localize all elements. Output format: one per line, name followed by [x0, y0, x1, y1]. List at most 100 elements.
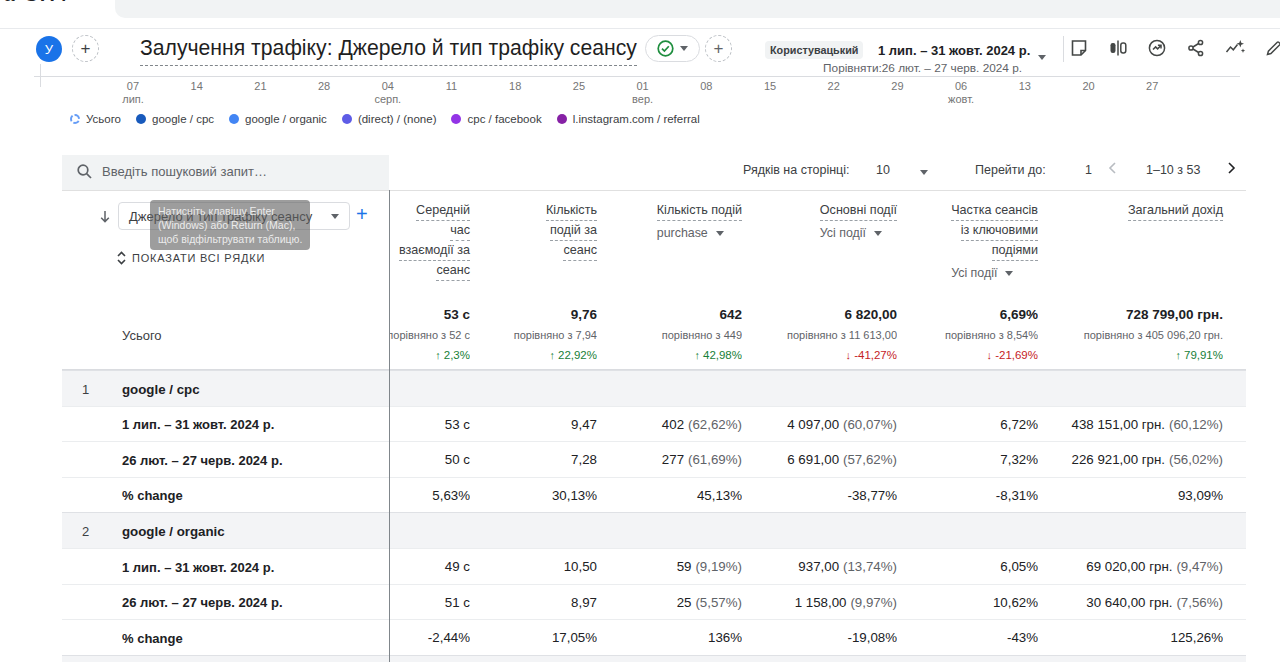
goto-value[interactable]: 1 — [1085, 163, 1092, 177]
table-row-period[interactable]: 1 лип. – 31 жовт. 2024 р. 53 с 9,47 402(… — [62, 406, 1246, 441]
column-header-event-count[interactable]: Кількість подій purchase — [657, 201, 742, 243]
browser-search-bar[interactable] — [115, 0, 1280, 18]
legend-dot — [342, 114, 352, 124]
ab-compare-icon[interactable] — [1107, 37, 1129, 59]
period-label: 26 лют. – 27 черв. 2024 р. — [122, 452, 283, 467]
totals-cell: 642 порівняно з 449 42,98% — [597, 300, 742, 369]
show-all-rows-button[interactable]: ПОКАЗАТИ ВСІ РЯДКИ — [116, 251, 265, 265]
table-row-period[interactable]: 26 лют. – 27 черв. 2024 р. 50 с 7,28 277… — [62, 441, 1246, 477]
row-dimension-value: google / cpc — [122, 381, 200, 396]
x-axis-line — [34, 76, 1240, 77]
legend-dot — [70, 114, 80, 124]
column-header-key-events[interactable]: Основні події Усі події — [820, 201, 897, 243]
legend-dot — [451, 114, 461, 124]
add-comparison-button[interactable]: + — [72, 35, 99, 62]
report-validity-pill[interactable] — [645, 35, 700, 62]
clipped-window-text: а GA4 — [4, 0, 69, 6]
x-axis-label: 15 — [764, 80, 776, 93]
rows-per-page-value[interactable]: 10 — [876, 163, 890, 177]
totals-cell: 53 с порівняно з 52 с 2,3% — [390, 300, 470, 369]
x-axis-label: 28 — [318, 80, 330, 93]
prev-page-icon[interactable] — [1106, 161, 1120, 175]
totals-row: Усього 53 с порівняно з 52 с 2,3% 9,76 п… — [62, 300, 1246, 370]
page-title: Залучення трафіку: Джерело й тип трафіку… — [140, 36, 637, 66]
table-row-change[interactable]: % change 5,63% 30,13% 45,13% -38,77% -8,… — [62, 477, 1246, 512]
x-axis-label: 22 — [828, 80, 840, 93]
period-label: 1 лип. – 31 жовт. 2024 р. — [122, 559, 274, 574]
chevron-down-icon — [680, 46, 688, 51]
table-row-period[interactable]: 1 лип. – 31 жовт. 2024 р. 49 с 10,50 59(… — [62, 548, 1246, 584]
edit-icon[interactable] — [1263, 37, 1280, 59]
share-icon[interactable] — [1185, 37, 1207, 59]
table-row-group-header[interactable]: 1 google / cpc — [62, 370, 1246, 406]
divider — [62, 190, 1246, 191]
period-label: 26 лют. – 27 черв. 2024 р. — [122, 595, 283, 610]
add-dimension-button[interactable]: + — [356, 203, 368, 226]
column-header-total-revenue[interactable]: Загальний дохід — [1128, 201, 1223, 221]
legend-dot — [229, 114, 239, 124]
legend-item[interactable]: l.instagram.com / referral — [557, 113, 700, 125]
x-axis-label: 25 — [573, 80, 585, 93]
change-label: % change — [122, 630, 183, 645]
column-header-events-per-session[interactable]: Кількість подій за сеанс — [546, 201, 597, 261]
column-header-session-key-event-rate[interactable]: Частка сеансів із ключовими подіями Усі … — [951, 201, 1038, 283]
legend-item[interactable]: google / cpc — [136, 113, 214, 125]
date-compare-range: Порівняти:26 лют. – 27 черв. 2024 р. — [823, 61, 1022, 75]
period-label: 1 лип. – 31 жовт. 2024 р. — [122, 417, 274, 432]
search-placeholder: Введіть пошуковий запит… — [102, 164, 267, 179]
rows-per-page-caret-icon[interactable] — [920, 170, 928, 175]
rows-per-page-label: Рядків на сторінці: — [743, 163, 850, 177]
event-select[interactable]: purchase — [657, 224, 742, 243]
insights-circle-icon[interactable] — [1146, 37, 1168, 59]
x-axis-label: 13 — [1019, 80, 1031, 93]
report-toolbar — [1068, 37, 1280, 59]
header-divider — [1063, 36, 1064, 62]
legend-item[interactable]: (direct) / (none) — [342, 113, 437, 125]
x-axis-label: 06жовт. — [948, 80, 974, 106]
table-row-period[interactable]: 26 лют. – 27 черв. 2024 р. 51 с 8,97 25(… — [62, 584, 1246, 619]
x-axis-label: 18 — [509, 80, 521, 93]
legend-item[interactable]: cpc / facebook — [451, 113, 541, 125]
chevron-down-icon — [331, 214, 339, 219]
totals-cell: 9,76 порівняно з 7,94 22,92% — [470, 300, 597, 369]
x-axis-label: 21 — [254, 80, 266, 93]
sparkline-insights-icon[interactable] — [1224, 37, 1246, 59]
pinned-column-divider — [389, 190, 390, 662]
row-number: 2 — [82, 523, 89, 538]
table-row-group-header[interactable]: 2 google / organic — [62, 512, 1246, 548]
chart-legend: Усього google / cpc google / organic (direc… — [70, 113, 700, 125]
x-axis-label: 07лип. — [122, 80, 144, 106]
avatar[interactable]: У — [36, 36, 62, 62]
x-axis-label: 27 — [1146, 80, 1158, 93]
y-axis-line — [40, 64, 41, 87]
sort-descending-icon[interactable] — [98, 209, 112, 224]
key-event-select[interactable]: Усі події — [951, 264, 1038, 283]
totals-cell: 6 820,00 порівняно з 11 613,00 -41,27% — [742, 300, 897, 369]
page-range-label: 1–10 з 53 — [1146, 163, 1200, 177]
totals-cell: 728 799,00 грн. порівняно з 405 096,20 г… — [1038, 300, 1223, 369]
legend-item[interactable]: Усього — [70, 113, 121, 125]
ga4-report-page: а GA4 У + Залучення трафіку: Джерело й т… — [0, 0, 1280, 662]
search-icon — [76, 163, 93, 180]
goto-label: Перейти до: — [975, 163, 1046, 177]
key-event-select[interactable]: Усі події — [820, 224, 897, 243]
unfold-more-icon — [116, 251, 127, 265]
legend-item[interactable]: google / organic — [229, 113, 327, 125]
column-header-avg-engagement-time[interactable]: Середній час взаємодії за сеанс — [399, 201, 470, 281]
table-row-group-header-partial — [62, 655, 1246, 662]
date-range-caret-icon[interactable] — [1038, 55, 1046, 60]
x-axis-label: 29 — [891, 80, 903, 93]
add-report-tab-button[interactable]: + — [705, 35, 732, 62]
note-icon[interactable] — [1068, 37, 1090, 59]
change-label: % change — [122, 488, 183, 503]
legend-dot — [136, 114, 146, 124]
x-axis-label: 04серп. — [374, 80, 401, 106]
date-range-type-chip: Користувацький — [765, 41, 863, 59]
x-axis-label: 14 — [191, 80, 203, 93]
date-range-value[interactable]: 1 лип. – 31 жовт. 2024 р. — [878, 43, 1030, 58]
table-row-change[interactable]: % change -2,44% 17,05% 136% -19,08% -43%… — [62, 619, 1246, 655]
x-axis-label: 08 — [700, 80, 712, 93]
next-page-icon[interactable] — [1224, 161, 1238, 175]
row-number: 1 — [82, 381, 89, 396]
x-axis-label: 01вер. — [632, 80, 653, 106]
